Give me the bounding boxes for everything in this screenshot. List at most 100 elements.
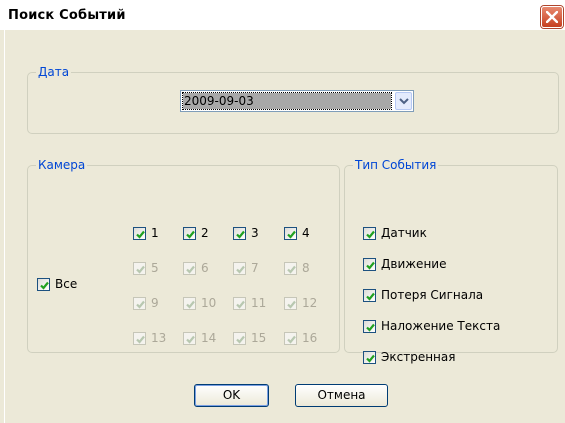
checkbox-box [233, 331, 246, 345]
checkbox-box [133, 331, 146, 345]
checkmark-icon [366, 230, 375, 239]
dialog-client-area: Дата 2009-09-03 Камера Все 1 2 3 4 5 6 7 8 9 10 11 1… [4, 30, 565, 423]
date-group-legend: Дата [36, 64, 72, 80]
event-type-group: Тип События Датчик Движение Потеря Сигнала… [344, 157, 558, 364]
checkmark-icon [136, 300, 145, 309]
checkbox-label: Все [55, 277, 78, 291]
checkbox-label: 11 [251, 296, 267, 310]
checkmark-icon [186, 230, 195, 239]
checkbox-label: 9 [151, 296, 159, 310]
checkmark-icon [186, 300, 195, 309]
checkbox-box [284, 331, 297, 345]
checkbox-camera-15: 15 [233, 330, 266, 346]
checkmark-icon [236, 230, 245, 239]
checkbox-box [183, 261, 196, 275]
event-type-group-legend: Тип События [353, 157, 439, 173]
checkbox-box[interactable] [284, 226, 297, 240]
checkbox-box [133, 261, 146, 275]
checkbox-label: 5 [151, 261, 159, 275]
checkbox-box [183, 296, 196, 310]
search-events-dialog: Поиск Событий Дата 2009-09-03 Камера Все [0, 0, 565, 423]
checkbox-box[interactable] [233, 226, 246, 240]
checkbox-event-type-2[interactable]: Движение [363, 256, 446, 272]
checkbox-label: Наложение Текста [381, 319, 501, 333]
checkbox-camera-10: 10 [183, 295, 216, 311]
checkmark-icon [40, 281, 49, 290]
checkmark-icon [366, 354, 375, 363]
checkmark-icon [287, 300, 296, 309]
checkbox-label: Потеря Сигнала [381, 288, 484, 302]
checkbox-box [284, 296, 297, 310]
checkbox-label: 2 [201, 226, 209, 240]
ok-button[interactable]: OK [194, 384, 269, 407]
checkbox-camera-14: 14 [183, 330, 216, 346]
checkmark-icon [236, 265, 245, 274]
checkbox-box[interactable] [363, 350, 376, 364]
checkbox-box[interactable] [363, 288, 376, 302]
checkbox-label: Датчик [381, 226, 427, 240]
checkbox-box [133, 296, 146, 310]
checkbox-box[interactable] [183, 226, 196, 240]
checkbox-label: 14 [201, 331, 217, 345]
title-bar[interactable]: Поиск Событий [0, 0, 565, 30]
checkbox-camera-1[interactable]: 1 [133, 225, 159, 241]
checkbox-label: 7 [251, 261, 259, 275]
checkbox-camera-2[interactable]: 2 [183, 225, 209, 241]
chevron-down-icon [399, 98, 409, 105]
checkbox-label: 8 [302, 261, 310, 275]
checkbox-camera-13: 13 [133, 330, 166, 346]
checkbox-camera-4[interactable]: 4 [284, 225, 310, 241]
checkbox-label: 1 [151, 226, 159, 240]
checkbox-camera-12: 12 [284, 295, 317, 311]
checkbox-label: 12 [302, 296, 318, 310]
checkbox-box[interactable] [363, 319, 376, 333]
checkmark-icon [366, 292, 375, 301]
checkbox-event-type-4[interactable]: Наложение Текста [363, 318, 500, 334]
checkmark-icon [186, 265, 195, 274]
checkbox-label: 13 [151, 331, 167, 345]
checkbox-event-type-5[interactable]: Экстренная [363, 349, 455, 365]
checkbox-label: 15 [251, 331, 267, 345]
date-dropdown-button[interactable] [395, 92, 412, 110]
checkmark-icon [136, 265, 145, 274]
checkbox-box[interactable] [363, 257, 376, 271]
checkbox-label: Движение [381, 257, 447, 271]
checkbox-camera-3[interactable]: 3 [233, 225, 259, 241]
checkmark-icon [136, 230, 145, 239]
checkbox-box[interactable] [37, 277, 50, 291]
checkbox-label: 16 [302, 331, 318, 345]
checkbox-camera-8: 8 [284, 260, 310, 276]
checkbox-label: 3 [251, 226, 259, 240]
checkbox-box [233, 296, 246, 310]
checkbox-camera-11: 11 [233, 295, 266, 311]
checkmark-icon [236, 300, 245, 309]
date-combobox[interactable]: 2009-09-03 [180, 90, 414, 112]
checkbox-label: 4 [302, 226, 310, 240]
checkbox-event-type-3[interactable]: Потеря Сигнала [363, 287, 483, 303]
checkmark-icon [287, 335, 296, 344]
close-button[interactable] [541, 6, 563, 28]
checkbox-camera-9: 9 [133, 295, 159, 311]
checkmark-icon [236, 335, 245, 344]
cancel-button[interactable]: Отмена [295, 384, 388, 407]
checkbox-camera-5: 5 [133, 260, 159, 276]
checkmark-icon [366, 261, 375, 270]
checkbox-box [183, 331, 196, 345]
camera-group: Камера Все 1 2 3 4 5 6 7 8 9 10 11 12 13 14 15 16 [27, 157, 340, 353]
checkbox-label: Экстренная [381, 350, 456, 364]
checkbox-label: 10 [201, 296, 217, 310]
checkmark-icon [366, 323, 375, 332]
camera-group-legend: Камера [36, 157, 88, 173]
checkbox-all-cameras[interactable]: Все [37, 276, 77, 292]
checkbox-camera-6: 6 [183, 260, 209, 276]
checkmark-icon [287, 265, 296, 274]
checkbox-box[interactable] [363, 226, 376, 240]
date-group: Дата 2009-09-03 [27, 64, 559, 134]
close-icon [546, 11, 558, 23]
checkbox-box [233, 261, 246, 275]
window-title: Поиск Событий [8, 8, 126, 23]
date-combobox-value: 2009-09-03 [182, 92, 392, 110]
checkbox-box[interactable] [133, 226, 146, 240]
checkbox-camera-7: 7 [233, 260, 259, 276]
checkbox-event-type-1[interactable]: Датчик [363, 225, 427, 241]
